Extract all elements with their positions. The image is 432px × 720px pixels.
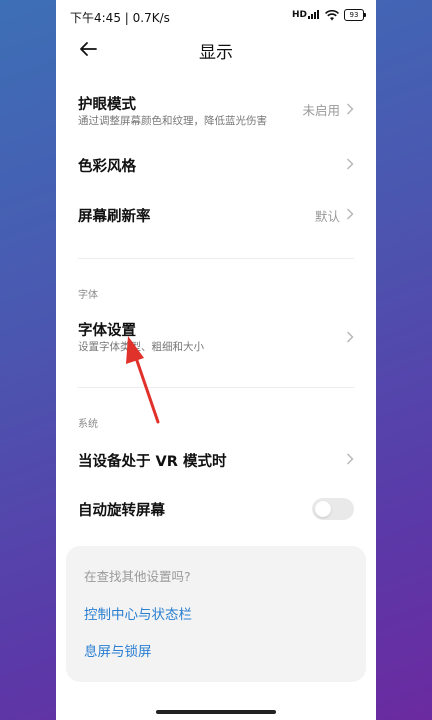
vr-mode-row[interactable]: 当设备处于 VR 模式时 <box>56 440 376 480</box>
vr-mode-title: 当设备处于 VR 模式时 <box>78 454 227 470</box>
color-style-row[interactable]: 色彩风格 <box>56 145 376 185</box>
suggest-card: 在查找其他设置吗? 控制中心与状态栏 息屏与锁屏 <box>66 546 366 682</box>
font-settings-title: 字体设置 <box>78 323 136 339</box>
refresh-rate-title: 屏幕刷新率 <box>78 209 151 225</box>
eye-care-row[interactable]: 护眼模式 通过调整屏幕颜色和纹理，降低蓝光伤害 未启用 <box>56 88 376 138</box>
auto-rotate-title: 自动旋转屏幕 <box>78 503 165 519</box>
page-title: 显示 <box>199 43 233 63</box>
phone-screen: 下午4:45 | 0.7K/s HD 93 显示 护眼模式 通过调整屏幕颜色和纹… <box>56 0 376 720</box>
auto-rotate-toggle[interactable] <box>312 498 354 520</box>
eye-care-status: 未启用 <box>302 103 340 118</box>
eye-care-title: 护眼模式 <box>78 97 136 113</box>
signal-label: HD <box>291 10 307 20</box>
refresh-rate-value: 默认 <box>314 209 340 224</box>
color-style-title: 色彩风格 <box>78 159 136 175</box>
section-label-system: 系统 <box>78 419 98 430</box>
link-control-center[interactable]: 控制中心与状态栏 <box>84 603 192 623</box>
signal-icon: HD <box>292 10 320 20</box>
link-lock-screen[interactable]: 息屏与锁屏 <box>84 640 152 660</box>
refresh-rate-row[interactable]: 屏幕刷新率 默认 <box>56 195 376 235</box>
header: 显示 <box>56 34 376 64</box>
divider <box>78 258 354 259</box>
chevron-right-icon <box>347 331 354 343</box>
battery-icon: 93 <box>344 9 366 21</box>
status-time: 下午4:45 | 0.7K/s <box>70 11 170 25</box>
font-settings-subtitle: 设置字体类型、粗细和大小 <box>78 341 204 353</box>
divider <box>78 387 354 388</box>
section-label-font: 字体 <box>78 290 98 301</box>
eye-care-subtitle: 通过调整屏幕颜色和纹理，降低蓝光伤害 <box>78 115 267 127</box>
auto-rotate-row: 自动旋转屏幕 <box>56 490 376 530</box>
status-icons: HD 93 <box>292 9 366 21</box>
home-indicator[interactable] <box>156 710 276 714</box>
wifi-icon <box>325 9 339 20</box>
font-settings-row[interactable]: 字体设置 设置字体类型、粗细和大小 <box>56 316 376 362</box>
chevron-right-icon <box>347 453 354 465</box>
chevron-right-icon <box>347 158 354 170</box>
chevron-right-icon <box>347 208 354 220</box>
battery-level: 93 <box>349 11 359 19</box>
chevron-right-icon <box>347 103 354 115</box>
toggle-knob <box>315 501 331 517</box>
status-bar: 下午4:45 | 0.7K/s HD 93 <box>56 0 376 34</box>
suggest-title: 在查找其他设置吗? <box>84 569 191 584</box>
